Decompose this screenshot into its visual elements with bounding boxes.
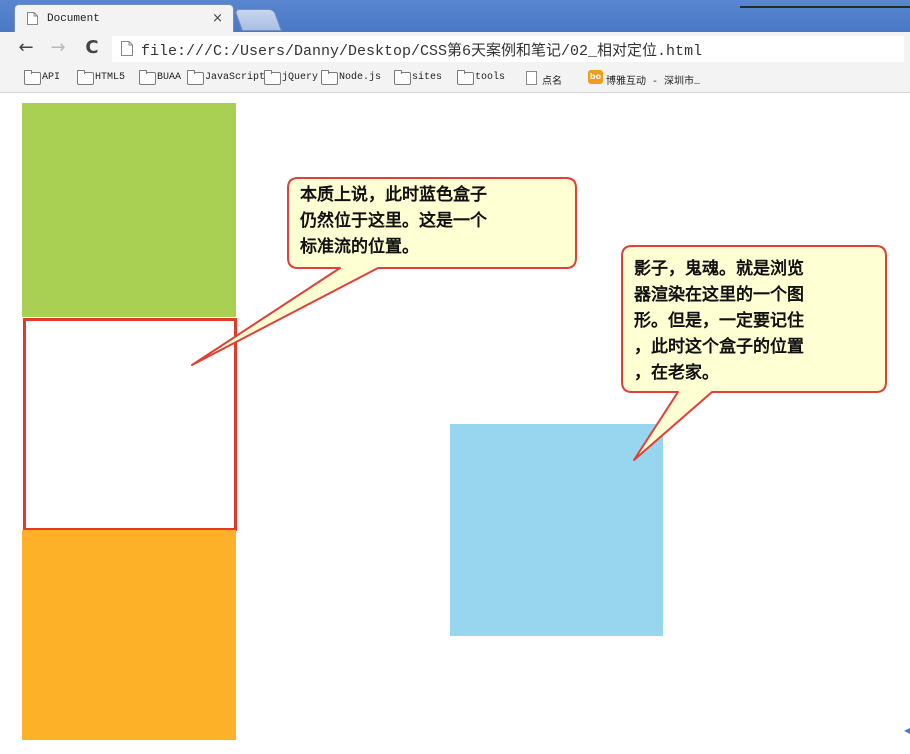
scroll-arrow-icon[interactable]: ◀ [904, 726, 910, 735]
callout-2-line: 影子，鬼魂。就是浏览 [634, 259, 804, 279]
callout-2-line: ，在老家。 [634, 363, 719, 383]
callout-2-line: 器渲染在这里的一个图 [634, 285, 804, 305]
callout-1-line: 本质上说，此时蓝色盒子 [300, 185, 487, 205]
callout-2-line: ，此时这个盒子的位置 [634, 337, 804, 357]
callout-text-1: 本质上说，此时蓝色盒子 仍然位于这里。这是一个 标准流的位置。 [300, 182, 570, 260]
callout-text-2: 影子，鬼魂。就是浏览 器渲染在这里的一个图 形。但是，一定要记住 ，此时这个盒子… [634, 256, 866, 386]
callout-1-line: 标准流的位置。 [300, 237, 419, 257]
callout-1-line: 仍然位于这里。这是一个 [300, 211, 487, 231]
callout-2-line: 形。但是，一定要记住 [634, 311, 804, 331]
